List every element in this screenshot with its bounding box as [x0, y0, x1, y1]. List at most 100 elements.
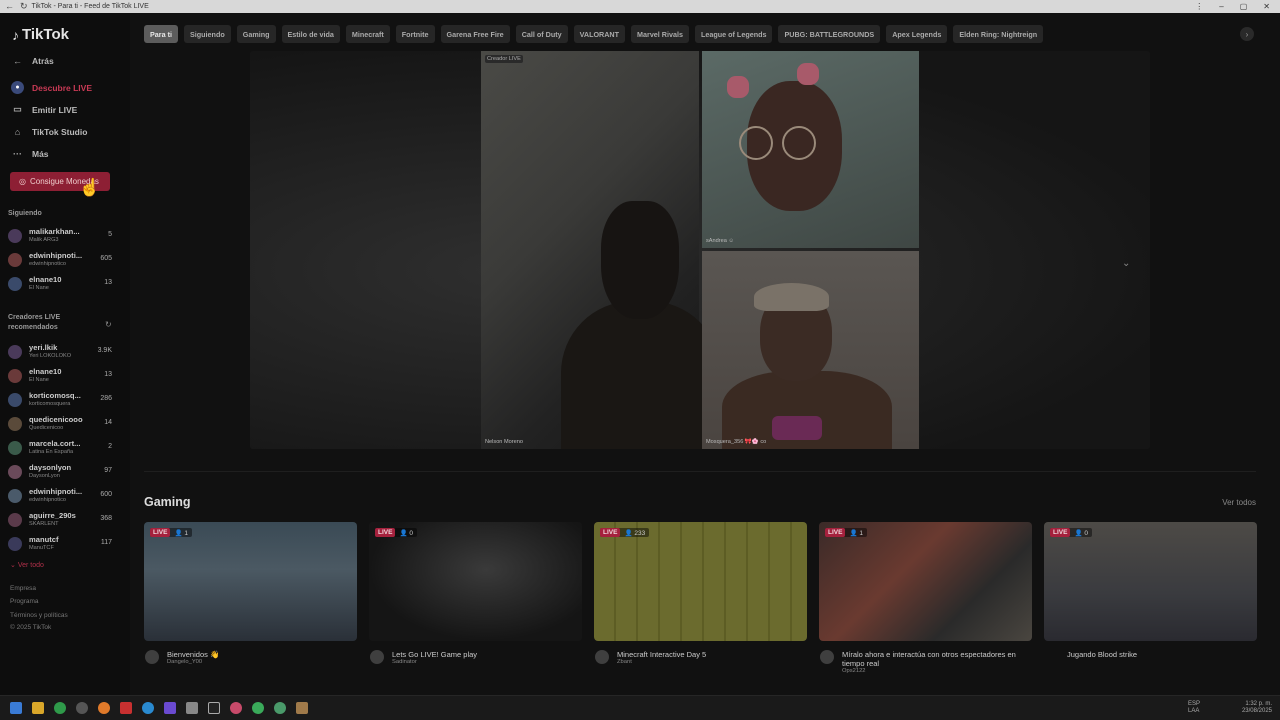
chrome-icon[interactable] [252, 702, 264, 714]
footer-terms[interactable]: Términos y políticas [10, 612, 68, 619]
category-chip[interactable]: Estilo de vida [281, 25, 340, 43]
user-name: korticomosq... [29, 391, 81, 400]
see-all-link[interactable]: ⌄ Ver todo [10, 561, 44, 569]
viewer-icon: 👤 [1074, 529, 1083, 537]
avatar[interactable] [595, 650, 609, 664]
avatar[interactable] [370, 650, 384, 664]
user-name: daysonlyon [29, 463, 72, 472]
keyboard-language[interactable]: ESP LAA [1188, 701, 1200, 715]
category-chip[interactable]: Call of Duty [515, 25, 568, 43]
tiktok-logo[interactable]: ♪ TikTok [12, 26, 69, 43]
card-title[interactable]: Lets Go LIVE! Game play [392, 650, 582, 659]
live-tile-main[interactable]: Creador LIVE Nelson Moreno [481, 51, 721, 449]
file-explorer-icon[interactable] [32, 702, 44, 714]
live-thumbnail[interactable]: LIVE 👤 0 [1044, 522, 1257, 641]
app-icon[interactable] [76, 702, 88, 714]
category-chip[interactable]: Gaming [236, 25, 276, 43]
card-user[interactable]: Dangelo_Y00 [167, 659, 202, 665]
card-user[interactable]: Ops2122 [842, 668, 866, 674]
sidebar-user[interactable]: elnane10 El Nane 13 [8, 275, 116, 295]
avatar[interactable] [820, 650, 834, 664]
category-chip[interactable]: Minecraft [345, 25, 390, 43]
user-handle: SKARLENT [29, 521, 59, 527]
footer-programa[interactable]: Programa [10, 598, 39, 605]
card-title[interactable]: Jugando Blood strike [1067, 650, 1257, 659]
app-icon[interactable] [230, 702, 242, 714]
app-icon[interactable] [274, 702, 286, 714]
discord-icon[interactable] [164, 702, 176, 714]
card-user[interactable]: Zbant [617, 659, 632, 665]
live-card[interactable]: LIVE 👤 1 Míralo ahora e interactúa con otr… [819, 522, 1032, 674]
maximize-icon[interactable]: ▢ [1240, 2, 1248, 11]
sidebar-user[interactable]: aguirre_290s SKARLENT 368 [8, 511, 116, 531]
category-chip[interactable]: Apex Legends [886, 25, 948, 43]
minimize-icon[interactable]: – [1219, 2, 1223, 11]
card-user[interactable]: Sadinator [392, 659, 417, 665]
refresh-icon[interactable]: ↻ [105, 320, 112, 329]
live-card[interactable]: LIVE 👤 0 Lets Go LIVE! Game play Sadinator [369, 522, 582, 665]
live-thumbnail[interactable]: LIVE 👤 1 [819, 522, 1032, 641]
category-chip[interactable]: VALORANT [573, 25, 626, 43]
user-name: yeri.lkik [29, 343, 58, 352]
category-chip[interactable]: Siguiendo [183, 25, 231, 43]
category-chip[interactable]: Marvel Rivals [631, 25, 689, 43]
sidebar-user[interactable]: daysonlyon DaysonLyon 97 [8, 463, 116, 483]
card-title[interactable]: Míralo ahora e interactúa con otros espe… [842, 650, 1032, 668]
live-thumbnail[interactable]: LIVE 👤 233 [594, 522, 807, 641]
app-icon[interactable] [98, 702, 110, 714]
nav-more[interactable]: ··· Más [11, 147, 49, 160]
app-icon[interactable] [186, 702, 198, 714]
nav-go-live[interactable]: ▭ Emitir LIVE [11, 103, 77, 116]
sidebar-user[interactable]: marcela.cort... Latina En España 2 [8, 439, 116, 459]
nav-tiktok-studio[interactable]: ⌂ TikTok Studio [11, 125, 88, 138]
back-icon[interactable]: ← [5, 1, 14, 12]
sidebar-user[interactable]: yeri.lkik Yeri LOKOLOKO 3.9K [8, 343, 116, 363]
reload-icon[interactable]: ↻ [20, 1, 28, 12]
chevron-down-icon[interactable]: ⌄ [1122, 258, 1130, 269]
live-stage[interactable]: Creador LIVE Nelson Moreno sAndrea ☺ Mos… [250, 51, 1150, 449]
avatar [8, 441, 22, 455]
sidebar-user[interactable]: elnane10 El Nane 13 [8, 367, 116, 387]
clock[interactable]: 1:32 p. m. 23/08/2025 [1236, 701, 1272, 715]
footer-empresa[interactable]: Empresa [10, 585, 36, 592]
live-thumbnail[interactable]: LIVE 👤 1 [144, 522, 357, 641]
avatar [8, 253, 22, 267]
chips-next-icon[interactable]: › [1240, 27, 1254, 41]
sidebar-user[interactable]: manutcf ManuTCF 117 [8, 535, 116, 555]
live-badge: LIVE 👤 1 [825, 528, 867, 537]
nav-back[interactable]: ← Atrás [11, 54, 54, 67]
close-icon[interactable]: ✕ [1263, 2, 1270, 11]
avatar[interactable] [145, 650, 159, 664]
category-chip[interactable]: Elden Ring: Nightreign [953, 25, 1044, 43]
category-chip[interactable]: Garena Free Fire [440, 25, 510, 43]
live-thumbnail[interactable]: LIVE 👤 0 [369, 522, 582, 641]
sidebar-user[interactable]: quedicenicooo Quedicenicoo 14 [8, 415, 116, 435]
category-chip[interactable]: PUBG: BATTLEGROUNDS [778, 25, 881, 43]
category-chip[interactable]: Para ti [144, 25, 178, 43]
user-handle: Latina En España [29, 449, 74, 455]
gaming-see-all[interactable]: Ver todos [1222, 498, 1256, 507]
category-chip[interactable]: Fortnite [395, 25, 435, 43]
live-card[interactable]: LIVE 👤 233 Minecraft Interactive Day 5 Zban… [594, 522, 807, 665]
user-handle: edwinhipnotico [29, 261, 67, 267]
category-chip[interactable]: League of Legends [694, 25, 773, 43]
chrome-icon[interactable] [54, 702, 66, 714]
app-icon[interactable] [296, 702, 308, 714]
sidebar-user[interactable]: korticomosq... korticomosquera 286 [8, 391, 116, 411]
sidebar-user[interactable]: edwinhipnoti... edwinhipnotico 600 [8, 487, 116, 507]
office-icon[interactable] [120, 702, 132, 714]
card-title[interactable]: Bienvenidos 👋 [167, 650, 357, 659]
tiktok-taskbar-icon[interactable] [208, 702, 220, 714]
sidebar-user[interactable]: malikarkhan... Malik ARG3 5 [8, 227, 116, 247]
nav-discover-live[interactable]: ● Descubre LIVE [11, 81, 92, 94]
windows-start-icon[interactable] [10, 702, 22, 714]
live-card[interactable]: LIVE 👤 1 Bienvenidos 👋 Dangelo_Y00 [144, 522, 357, 665]
edge-icon[interactable] [142, 702, 154, 714]
live-tile-guest-1[interactable]: sAndrea ☺ [702, 51, 919, 248]
live-card[interactable]: LIVE 👤 0 Jugando Blood strike [1044, 522, 1257, 659]
card-title[interactable]: Minecraft Interactive Day 5 [617, 650, 807, 659]
live-tile-guest-2[interactable]: Mosquera_356 🎀🌸 co [702, 251, 919, 449]
viewer-count: 14 [104, 419, 112, 426]
sidebar-user[interactable]: edwinhipnoti... edwinhipnotico 605 [8, 251, 116, 271]
menu-icon[interactable]: ⋮ [1195, 2, 1203, 11]
